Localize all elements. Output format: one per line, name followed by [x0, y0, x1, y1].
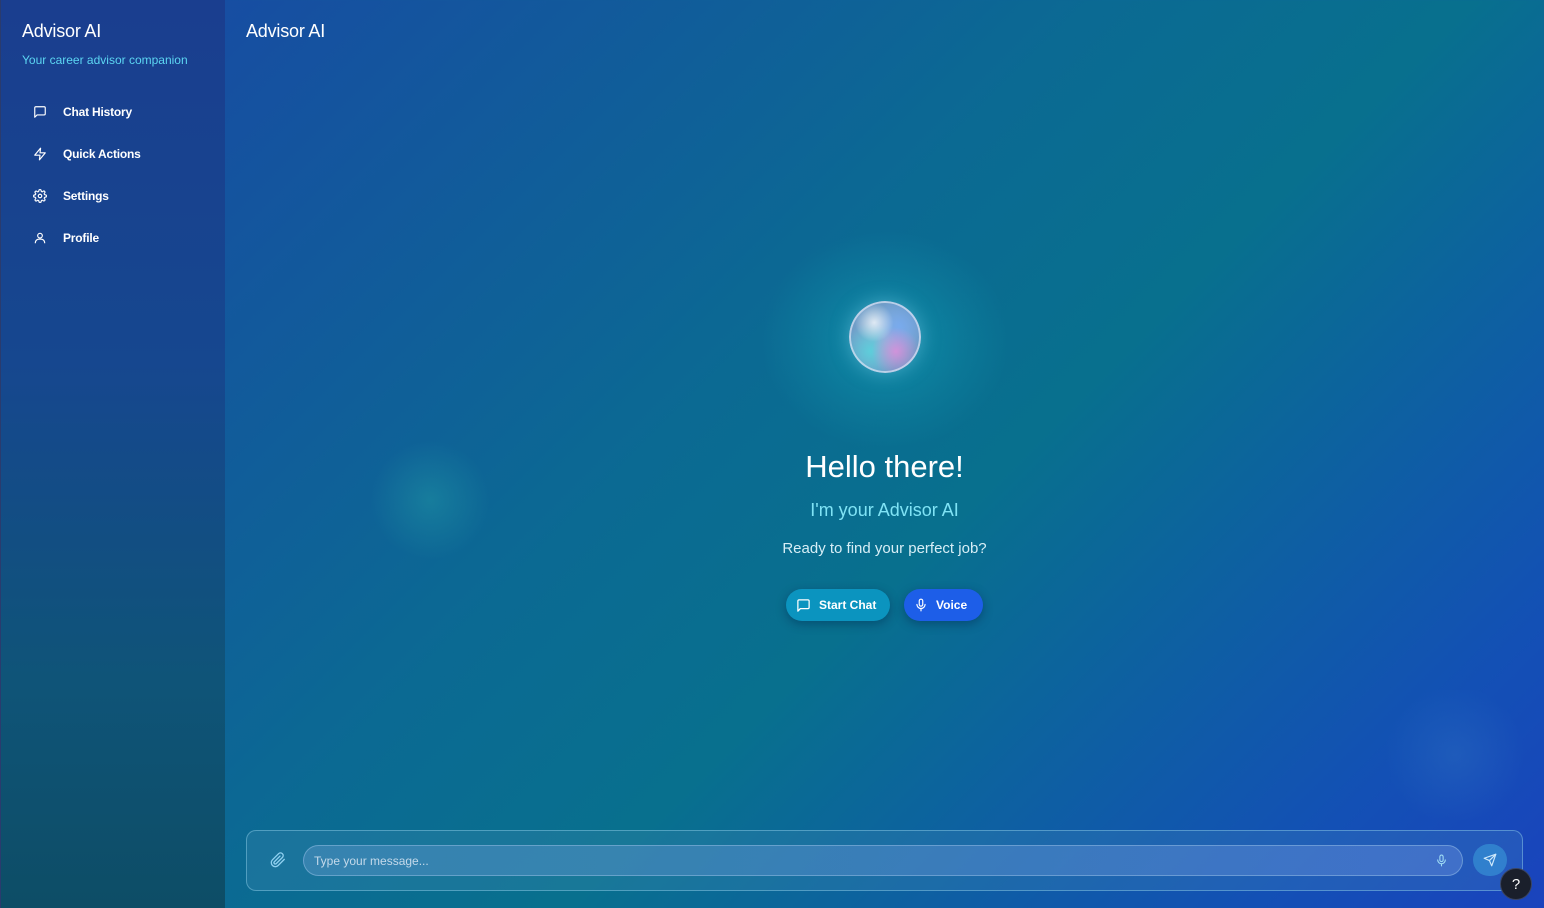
message-square-icon [33, 104, 61, 120]
start-chat-label: Start Chat [819, 598, 877, 612]
message-square-icon [796, 598, 811, 613]
voice-label: Voice [936, 598, 968, 612]
background-glow [1380, 690, 1530, 820]
app-subtitle: Your career advisor companion [22, 53, 188, 67]
paperclip-icon[interactable] [268, 850, 288, 870]
send-button[interactable] [1473, 844, 1507, 876]
gear-icon [33, 188, 61, 204]
send-icon [1483, 853, 1497, 867]
start-chat-button[interactable]: Start Chat [786, 589, 890, 621]
message-input-wrapper [303, 845, 1463, 876]
voice-button[interactable]: Voice [904, 589, 983, 621]
assistant-prompt: Ready to find your perfect job? [782, 540, 987, 557]
sidebar-item-label: Profile [63, 231, 99, 245]
assistant-orb [849, 301, 921, 373]
assistant-intro: I'm your Advisor AI [810, 500, 959, 520]
sidebar-item-profile[interactable]: Profile [27, 223, 217, 253]
greeting-heading: Hello there! [805, 449, 964, 484]
sidebar-item-quick-actions[interactable]: Quick Actions [27, 139, 217, 169]
app-title: Advisor AI [22, 21, 102, 41]
sidebar-item-label: Chat History [63, 105, 132, 119]
sidebar-item-label: Settings [63, 189, 109, 203]
lightning-icon [33, 146, 61, 162]
help-button[interactable]: ? [1500, 868, 1532, 900]
sidebar-item-label: Quick Actions [63, 147, 141, 161]
sidebar-item-chat-history[interactable]: Chat History [27, 97, 217, 127]
microphone-icon [914, 598, 928, 612]
page-title: Advisor AI [246, 21, 326, 41]
user-icon [33, 230, 61, 246]
sidebar-item-settings[interactable]: Settings [27, 181, 217, 211]
microphone-icon[interactable] [1432, 851, 1450, 869]
message-input[interactable] [314, 846, 1424, 875]
